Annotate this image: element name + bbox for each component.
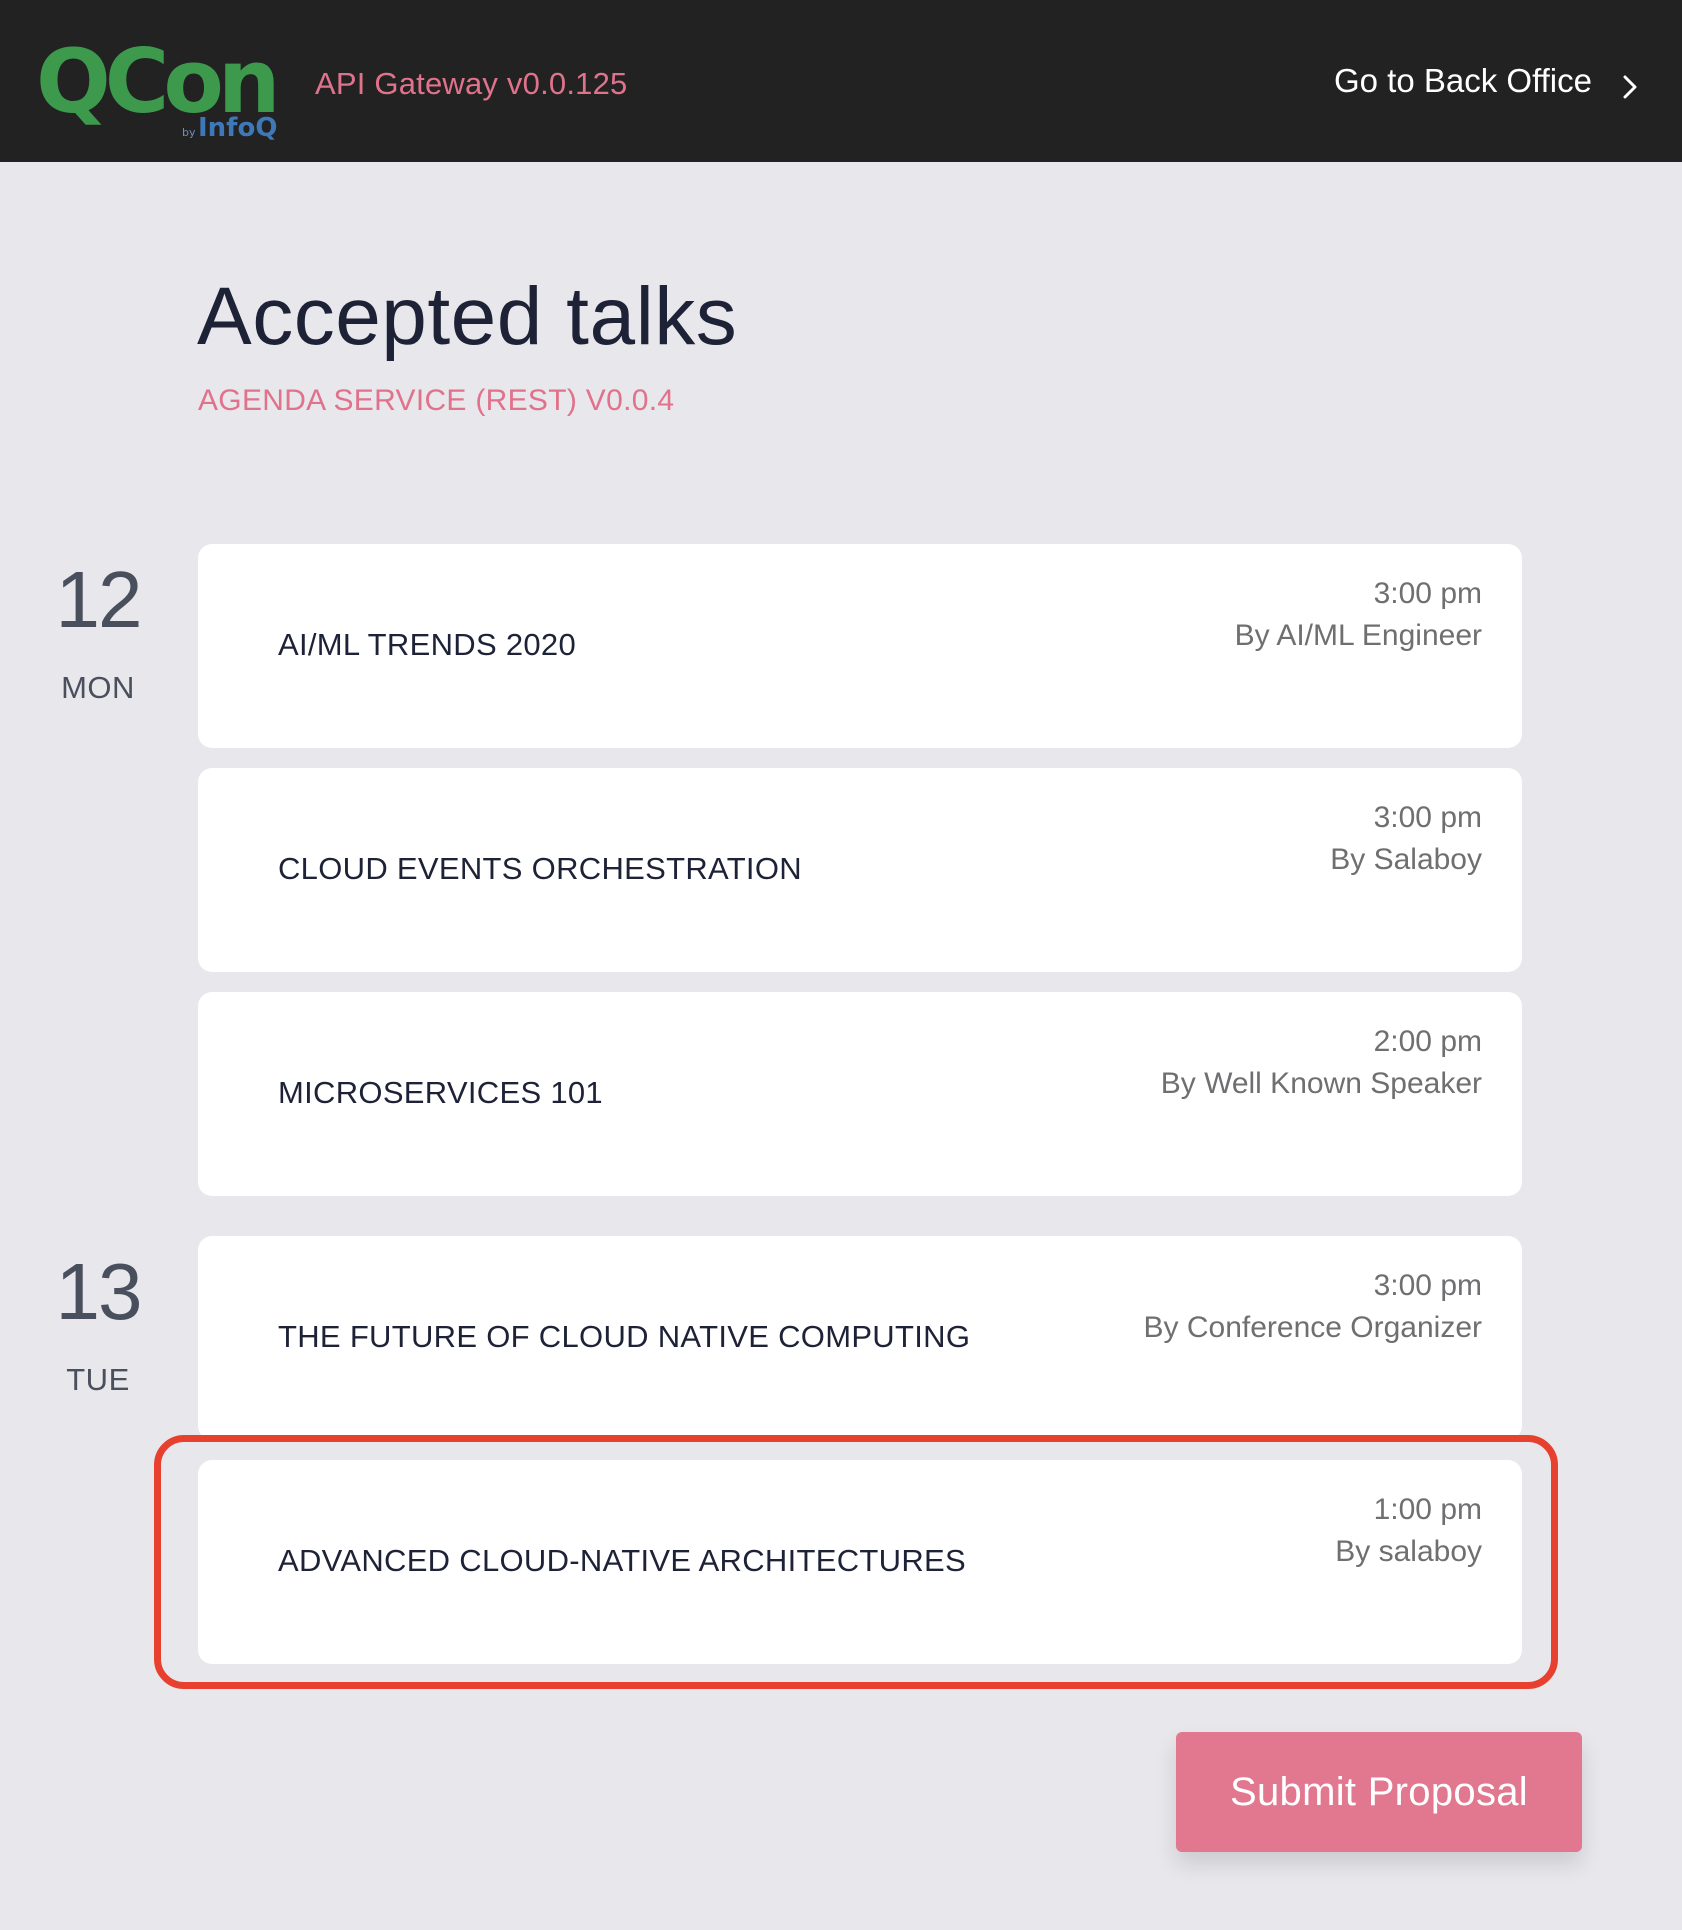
talk-time: 2:00 pm [1373,1025,1482,1058]
talk-title: THE FUTURE OF CLOUD NATIVE COMPUTING [278,1319,971,1354]
talk-time: 1:00 pm [1373,1493,1482,1526]
talk-title: MICROSERVICES 101 [278,1075,603,1110]
talk-speaker: By Conference Organizer [1143,1311,1483,1344]
qcon-logo[interactable]: QCon by InfoQ [36,28,286,146]
gateway-version: API Gateway v0.0.125 [315,66,628,101]
page-title: Accepted talks [197,271,738,362]
day-of-week: TUE [66,1362,130,1397]
talk-title: ADVANCED CLOUD-NATIVE ARCHITECTURES [278,1543,966,1578]
submit-proposal-button[interactable]: Submit Proposal [1176,1732,1582,1852]
talk-speaker: By AI/ML Engineer [1234,619,1482,652]
page-subtitle: AGENDA SERVICE (REST) V0.0.4 [198,384,675,417]
talk-time: 3:00 pm [1373,801,1482,834]
day-label-12: 12 MON [40,560,156,706]
day-of-week: MON [61,670,135,705]
day-number: 12 [55,555,143,644]
talk-time: 3:00 pm [1373,577,1482,610]
talk-speaker: By Salaboy [1330,843,1482,876]
talk-time: 3:00 pm [1373,1269,1482,1302]
logo-infoq-text: InfoQ [198,113,277,143]
talk-card[interactable]: CLOUD EVENTS ORCHESTRATION 3:00 pm By Sa… [198,768,1522,972]
logo-by-text: by [182,126,196,139]
day-number: 13 [55,1247,143,1336]
back-office-label: Go to Back Office [1333,62,1592,99]
talk-title: AI/ML TRENDS 2020 [278,627,576,662]
talk-card[interactable]: THE FUTURE OF CLOUD NATIVE COMPUTING 3:0… [198,1236,1522,1440]
top-bar: QCon by InfoQ API Gateway v0.0.125 Go to… [0,0,1682,162]
day-label-13: 13 TUE [40,1252,156,1398]
back-office-link[interactable]: Go to Back Office [1334,56,1642,106]
talk-speaker: By salaboy [1335,1535,1482,1568]
talk-card-highlighted[interactable]: ADVANCED CLOUD-NATIVE ARCHITECTURES 1:00… [198,1460,1522,1664]
talk-card[interactable]: MICROSERVICES 101 2:00 pm By Well Known … [198,992,1522,1196]
chevron-right-icon [1618,69,1642,99]
talk-speaker: By Well Known Speaker [1160,1067,1482,1100]
talk-title: CLOUD EVENTS ORCHESTRATION [278,851,802,886]
talk-card[interactable]: AI/ML TRENDS 2020 3:00 pm By AI/ML Engin… [198,544,1522,748]
